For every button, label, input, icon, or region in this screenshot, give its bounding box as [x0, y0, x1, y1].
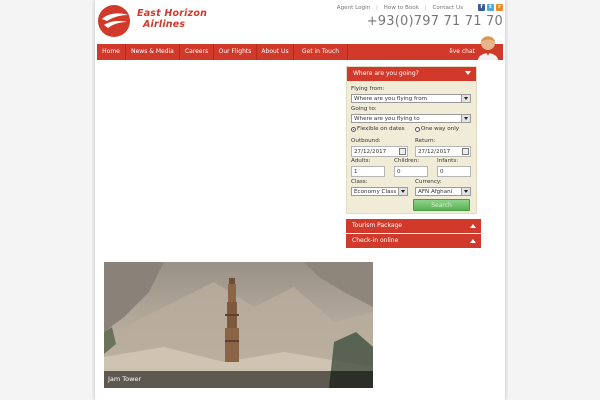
brand-line-1: East Horizon: [137, 8, 208, 19]
going-to-select[interactable]: Where are you flying to: [351, 114, 471, 123]
support-agent-avatar[interactable]: [477, 34, 499, 60]
social-icons: f t r: [478, 4, 503, 11]
dropdown-arrow-icon: [461, 188, 470, 195]
class-select[interactable]: Economy Class: [351, 187, 408, 196]
return-label: Return:: [415, 138, 436, 144]
outbound-date-input[interactable]: 27/12/2017: [351, 146, 408, 157]
nav-our-flights[interactable]: Our Flights: [214, 44, 256, 60]
adults-input[interactable]: 1: [351, 166, 385, 177]
class-value: Economy Class: [354, 189, 397, 195]
adults-label: Adults:: [351, 158, 371, 164]
tourism-package-toggle[interactable]: Tourism Package: [346, 219, 481, 233]
agent-login-link[interactable]: Agent Login: [337, 5, 370, 11]
tourism-package-label: Tourism Package: [352, 222, 403, 229]
dropdown-arrow-icon: [461, 115, 470, 122]
return-date-value: 27/12/2017: [418, 149, 451, 155]
calendar-icon[interactable]: [462, 148, 469, 155]
phone-number: +93(0)797 71 71 70: [366, 14, 503, 29]
twitter-icon[interactable]: t: [487, 4, 494, 11]
currency-select[interactable]: AFN Afghani: [415, 187, 471, 196]
how-to-book-link[interactable]: How to Book: [384, 5, 419, 11]
brand-line-2: Airlines: [143, 19, 186, 30]
flexible-dates-label: Flexible on dates: [357, 126, 405, 132]
dropdown-arrow-icon: [461, 95, 470, 102]
dropdown-arrow-icon: [398, 188, 407, 195]
photo-caption-bar: Jam Tower: [104, 371, 373, 388]
page-container: East Horizon Airlines Agent Login | How …: [95, 0, 505, 400]
nav-divider: [347, 44, 348, 60]
one-way-label: One way only: [421, 126, 460, 132]
live-chat-link[interactable]: live chat: [449, 44, 475, 60]
currency-label: Currency:: [415, 179, 442, 185]
nav-get-in-touch[interactable]: Get in Touch: [294, 44, 347, 60]
contact-us-link[interactable]: Contact Us: [432, 5, 463, 11]
main-nav: Home News & Media Careers Our Flights Ab…: [97, 36, 503, 60]
check-in-online-toggle[interactable]: Check-in online: [346, 234, 481, 248]
featured-photo[interactable]: Jam Tower: [104, 262, 373, 388]
booking-header[interactable]: Where are you going?: [347, 67, 476, 81]
currency-value: AFN Afghani: [418, 189, 453, 195]
nav-home[interactable]: Home: [97, 44, 125, 60]
top-links: Agent Login | How to Book | Contact Us: [333, 5, 463, 11]
nav-about-us[interactable]: About Us: [257, 44, 293, 60]
outbound-date-value: 27/12/2017: [354, 149, 387, 155]
brand-name[interactable]: East Horizon Airlines: [137, 8, 207, 30]
logo-icon[interactable]: [97, 4, 131, 38]
flexible-dates-radio[interactable]: [351, 127, 356, 132]
nav-news-media[interactable]: News & Media: [126, 44, 179, 60]
outbound-label: Outbound:: [351, 138, 381, 144]
going-to-value: Where are you flying to: [354, 116, 420, 122]
one-way-radio[interactable]: [415, 127, 420, 132]
expand-icon: [470, 224, 476, 228]
calendar-icon[interactable]: [399, 148, 406, 155]
collapse-icon: [465, 71, 471, 75]
search-flights-button[interactable]: Search: [413, 199, 470, 211]
separator: |: [424, 5, 427, 11]
jam-tower-image: [104, 262, 373, 388]
flying-from-label: Flying from:: [351, 86, 385, 92]
check-in-online-label: Check-in online: [352, 237, 399, 244]
separator: |: [376, 5, 378, 11]
children-input[interactable]: 0: [394, 166, 428, 177]
nav-careers[interactable]: Careers: [180, 44, 213, 60]
booking-form: Where are you going? Flying from: Where …: [346, 66, 477, 214]
class-label: Class:: [351, 179, 368, 185]
return-date-input[interactable]: 27/12/2017: [415, 146, 471, 157]
flying-from-value: Where are you flying from: [354, 96, 428, 102]
photo-caption: Jam Tower: [108, 375, 142, 383]
flying-from-select[interactable]: Where are you flying from: [351, 94, 471, 103]
going-to-label: Going to:: [351, 106, 377, 112]
rss-icon[interactable]: r: [496, 4, 503, 11]
infants-input[interactable]: 0: [437, 166, 471, 177]
children-label: Children:: [394, 158, 420, 164]
booking-title: Where are you going?: [353, 70, 419, 77]
facebook-icon[interactable]: f: [478, 4, 485, 11]
infants-label: Infants:: [437, 158, 459, 164]
expand-icon: [470, 239, 476, 243]
